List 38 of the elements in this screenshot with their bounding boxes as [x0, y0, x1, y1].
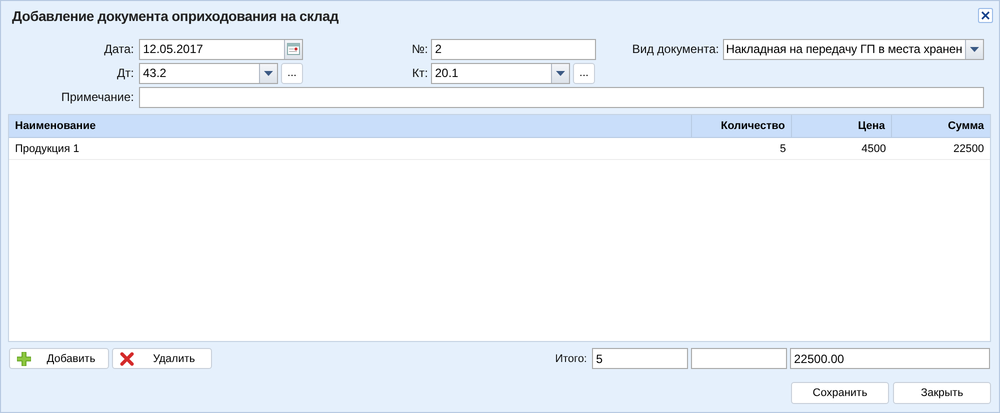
- credit-dropdown[interactable]: 20.1: [431, 62, 570, 84]
- column-header[interactable]: Цена: [792, 115, 892, 137]
- note-field[interactable]: [139, 86, 984, 108]
- column-header[interactable]: Количество: [692, 115, 792, 137]
- table-cell-text: 4500: [860, 142, 887, 156]
- doc-type-dropdown[interactable]: Накладная на передачу ГП в места хранен: [723, 38, 984, 60]
- cross-icon: [120, 352, 134, 366]
- caret-icon: [264, 70, 273, 76]
- total-field: 22500.00: [790, 348, 990, 369]
- total-label: Итого:: [555, 352, 587, 364]
- total-field: 5: [592, 348, 688, 369]
- table-cell-text: Продукция 1: [14, 142, 80, 156]
- save-button[interactable]: Сохранить: [791, 382, 889, 404]
- table-cell-text: 22500: [952, 142, 985, 156]
- column-header[interactable]: Наименование: [9, 115, 692, 137]
- calendar-icon: [287, 43, 300, 55]
- caret-icon: [556, 70, 565, 76]
- field-label: Примечание:: [60, 90, 134, 104]
- plus-icon: [17, 352, 31, 366]
- caret-icon: [970, 46, 979, 52]
- browse-button[interactable]: ...: [281, 62, 303, 84]
- field-label: Дт:: [116, 66, 134, 80]
- field-label: №:: [410, 42, 428, 56]
- window-title: Добавление документа оприходования на склад: [12, 8, 340, 24]
- add-button[interactable]: Добавить: [9, 348, 109, 369]
- number-field[interactable]: 2: [431, 38, 596, 60]
- close-dialog-button[interactable]: Закрыть: [893, 382, 991, 404]
- table-cell-text: 5: [778, 142, 787, 156]
- column-header[interactable]: Сумма: [892, 115, 990, 137]
- field-label: Вид документа:: [631, 42, 719, 56]
- delete-button[interactable]: Удалить: [112, 348, 212, 369]
- browse-button[interactable]: ...: [573, 62, 595, 84]
- close-icon: [981, 10, 990, 20]
- debit-dropdown[interactable]: 43.2: [139, 62, 278, 84]
- field-label: Кт:: [411, 66, 428, 80]
- field-label: Дата:: [103, 42, 134, 56]
- date-field[interactable]: 12.05.2017: [139, 38, 303, 60]
- close-button[interactable]: [978, 8, 993, 22]
